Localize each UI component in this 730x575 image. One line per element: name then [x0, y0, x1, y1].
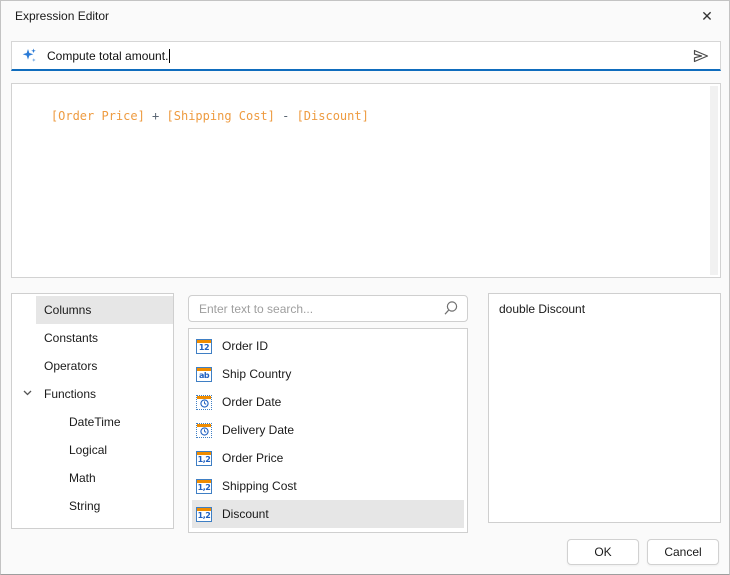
tree-item-functions[interactable]: Functions — [12, 380, 173, 408]
tree-item-constants[interactable]: Constants — [12, 324, 173, 352]
list-item-label: Order Date — [222, 395, 282, 409]
tree-item-logical[interactable]: Logical — [12, 436, 173, 464]
expression-token-column: [Discount] — [296, 109, 369, 123]
ok-button[interactable]: OK — [567, 539, 639, 565]
list-item-label: Delivery Date — [222, 423, 295, 437]
tree-item-label: DateTime — [69, 415, 121, 429]
tree-item-columns[interactable]: Columns — [12, 296, 173, 324]
ai-sparkle-icon — [21, 47, 38, 64]
columns-list: 12 Order ID ab Ship Country Order Date D… — [188, 328, 468, 533]
category-tree: Columns Constants Operators Functions Da — [11, 293, 174, 529]
close-button[interactable]: ✕ — [693, 3, 721, 29]
list-item-shipping-cost[interactable]: 1,2 Shipping Cost — [192, 472, 464, 500]
text-caret — [169, 48, 171, 63]
tree-item-label: Columns — [44, 303, 92, 317]
description-panel: double Discount — [488, 293, 721, 523]
decimal-type-icon: 1,2 — [196, 450, 212, 466]
chevron-down-icon[interactable] — [22, 387, 33, 398]
expression-text: [Order Price] + [Shipping Cost] - [Disco… — [51, 109, 369, 123]
list-item-ship-country[interactable]: ab Ship Country — [192, 360, 464, 388]
dialog-title: Expression Editor — [15, 9, 110, 23]
list-item-order-id[interactable]: 12 Order ID — [192, 332, 464, 360]
ai-prompt-input[interactable]: Compute total amount. — [11, 41, 721, 71]
search-input[interactable] — [188, 295, 468, 322]
close-icon: ✕ — [701, 7, 713, 24]
list-item-delivery-date[interactable]: Delivery Date — [192, 416, 464, 444]
expression-token-operator: - — [274, 109, 297, 123]
search-box — [188, 295, 468, 322]
list-item-label: Order Price — [222, 451, 284, 465]
list-item-order-date[interactable]: Order Date — [192, 388, 464, 416]
expression-surface[interactable]: [Order Price] + [Shipping Cost] - [Disco… — [11, 83, 721, 278]
ai-prompt-text: Compute total amount. — [47, 48, 169, 63]
list-item-label: Shipping Cost — [222, 479, 297, 493]
tree-item-label: Functions — [44, 387, 97, 401]
list-item-label: Ship Country — [222, 367, 292, 381]
tree-item-label: Math — [69, 471, 96, 485]
tree-item-label: String — [69, 499, 101, 513]
tree-item-datetime[interactable]: DateTime — [12, 408, 173, 436]
expression-token-column: [Order Price] — [50, 109, 145, 123]
list-item-label: Order ID — [222, 339, 269, 353]
tree-item-label: Constants — [44, 331, 99, 345]
expression-token-operator: + — [144, 109, 167, 123]
tree-item-math[interactable]: Math — [12, 464, 173, 492]
tree-item-operators[interactable]: Operators — [12, 352, 173, 380]
integer-type-icon: 12 — [196, 338, 212, 354]
tree-item-label: Operators — [44, 359, 98, 373]
list-item-discount[interactable]: 1,2 Discount — [192, 500, 464, 528]
datetime-type-icon — [196, 394, 212, 410]
list-item-order-price[interactable]: 1,2 Order Price — [192, 444, 464, 472]
tree-item-label: Logical — [69, 443, 108, 457]
selected-item-description: double Discount — [499, 302, 586, 316]
send-button[interactable] — [691, 47, 711, 65]
expression-editor-dialog: Expression Editor ✕ Compute total amount… — [0, 0, 730, 575]
tree-item-string[interactable]: String — [12, 492, 173, 520]
list-item-label: Discount — [222, 507, 269, 521]
expression-token-column: [Shipping Cost] — [166, 109, 275, 123]
datetime-type-icon — [196, 422, 212, 438]
cancel-button[interactable]: Cancel — [647, 539, 719, 565]
vertical-scrollbar[interactable] — [710, 86, 718, 275]
decimal-type-icon: 1,2 — [196, 478, 212, 494]
search-icon[interactable] — [442, 300, 459, 322]
string-type-icon: ab — [196, 366, 212, 382]
send-icon — [693, 49, 709, 62]
decimal-type-icon: 1,2 — [196, 506, 212, 522]
